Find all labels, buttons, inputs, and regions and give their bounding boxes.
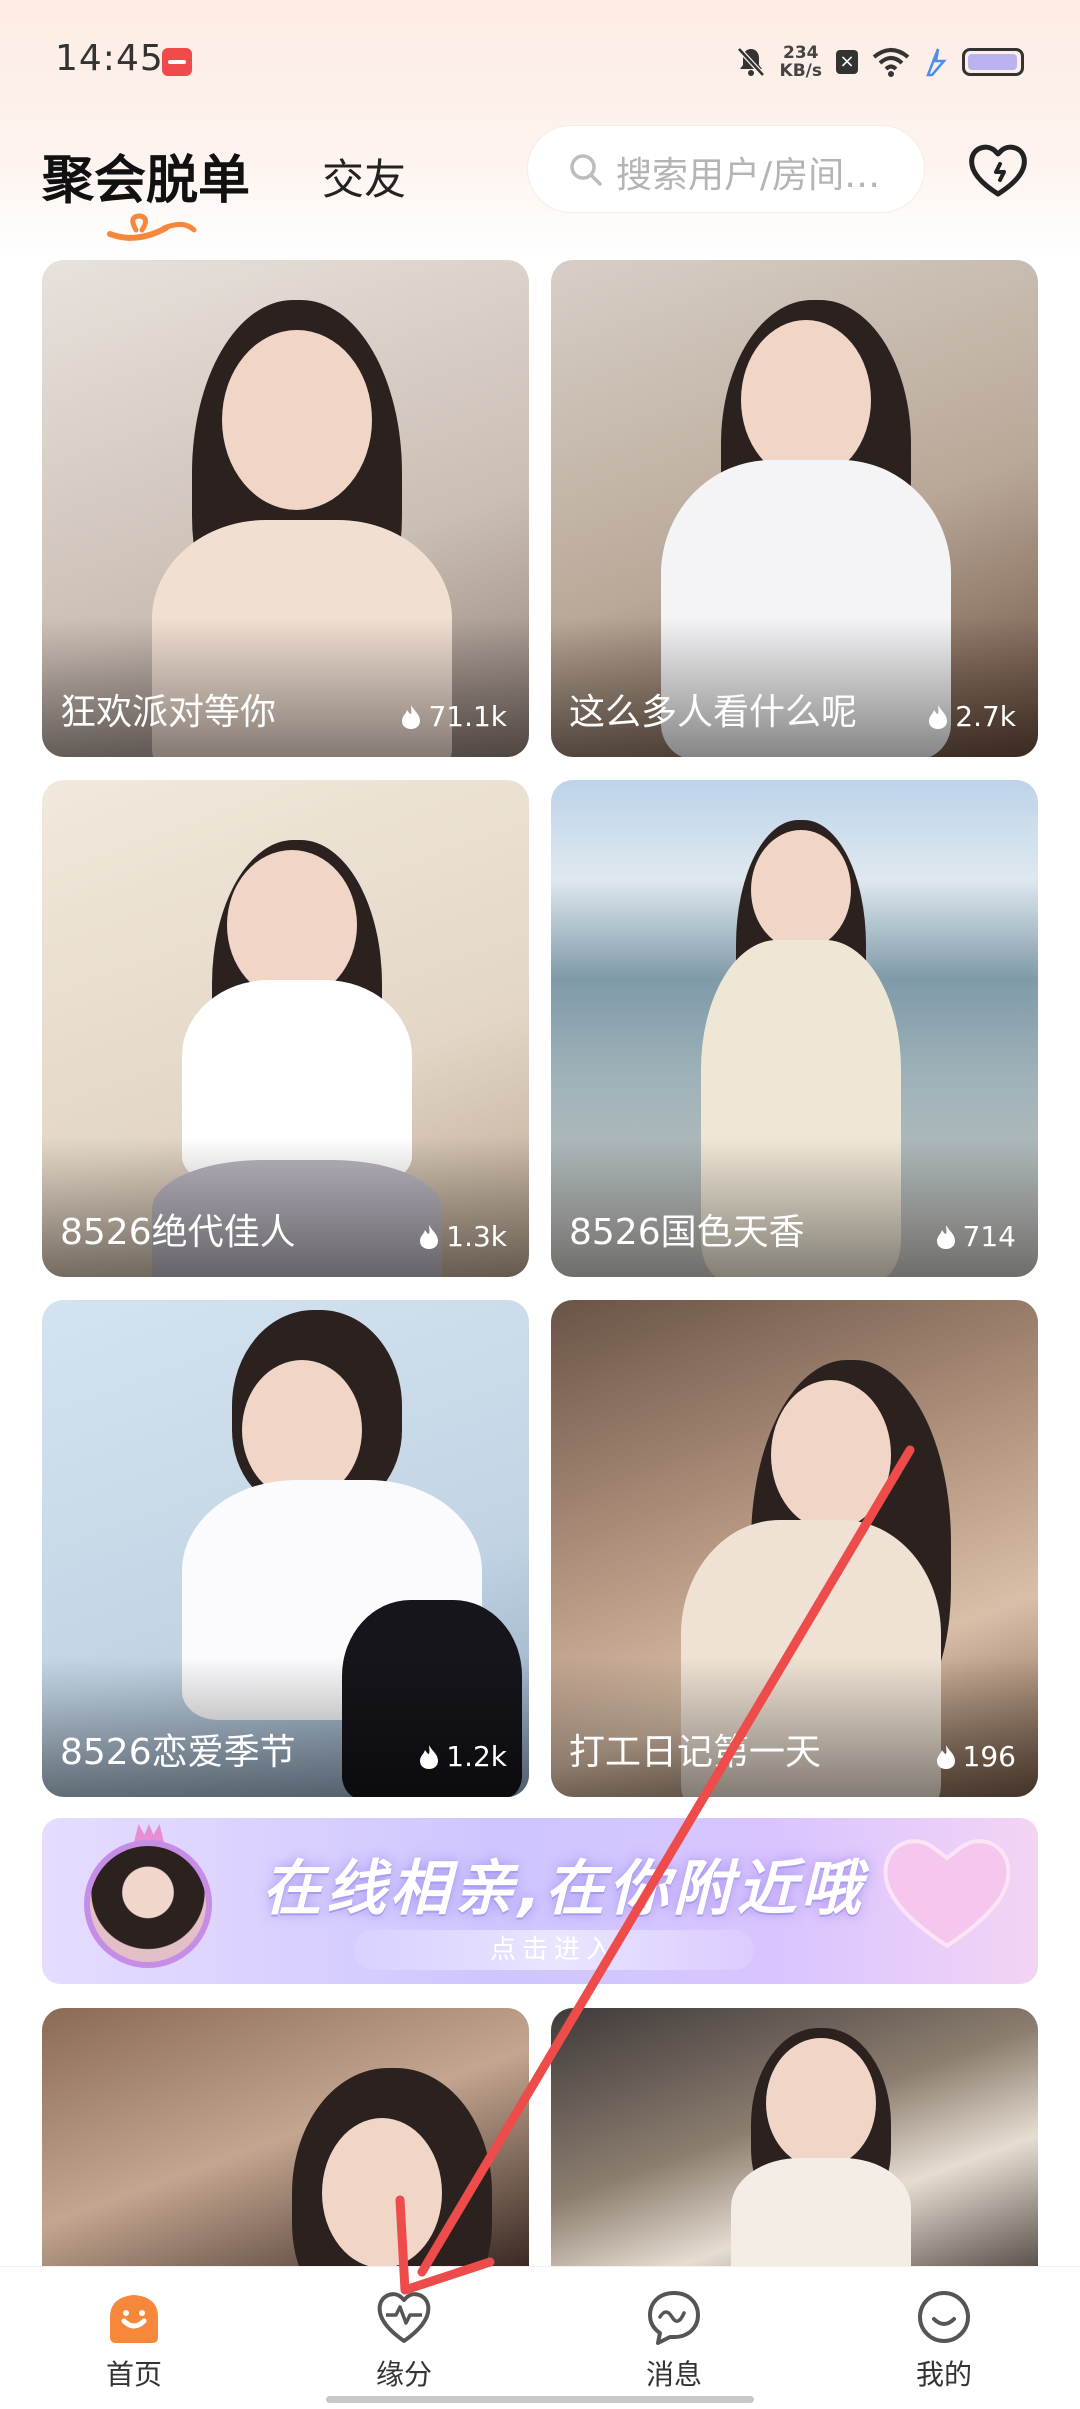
smile-face-icon [918,2291,970,2343]
nav-profile[interactable]: 我的 [854,2267,1034,2409]
room-popularity-count: 71.1k [428,700,507,733]
nav-home[interactable]: 首页 [44,2267,224,2409]
nav-profile-label: 我的 [915,2358,972,2391]
search-icon [570,154,602,186]
room-popularity: 1.3k [418,1220,507,1253]
room-popularity-count: 196 [962,1740,1016,1773]
home-icon [110,2295,158,2343]
room-popularity-count: 1.2k [446,1740,507,1773]
mute-bell-icon [736,47,765,77]
room-card[interactable]: 8526恋爱季节 1.2k [42,1300,529,1797]
active-tab-indicator-icon [107,213,197,241]
room-title: 8526绝代佳人 [60,1212,296,1253]
status-bar: 14:45 234 KB/s × [0,0,1080,120]
network-speed: 234 KB/s [780,44,822,80]
message-wave-icon [648,2291,700,2345]
bottom-nav: 首页 缘分 消息 我的 [0,2266,1080,2409]
room-popularity: 1.2k [418,1740,507,1773]
room-card[interactable]: 打工日记第一天 196 [551,1300,1038,1797]
nav-fate[interactable]: 缘分 [314,2267,494,2409]
room-card[interactable]: 这么多人看什么呢 2.7k [551,260,1038,757]
battery-icon [962,48,1024,76]
status-time: 14:45 [55,38,164,79]
flame-icon [402,704,421,729]
room-popularity-count: 2.7k [955,700,1016,733]
room-popularity: 2.7k [927,700,1016,733]
room-popularity-count: 714 [962,1220,1016,1253]
room-card[interactable] [42,2008,529,2266]
status-icons: 234 KB/s × [736,40,1024,84]
room-card[interactable]: 8526国色天香 714 [551,780,1038,1277]
network-speed-value: 234 [783,43,819,63]
room-popularity-count: 1.3k [446,1220,507,1253]
nav-messages-label: 消息 [645,2358,702,2391]
room-card[interactable]: 狂欢派对等你 71.1k [42,260,529,757]
room-popularity: 196 [935,1740,1016,1773]
charging-bolt-icon [926,48,947,77]
network-speed-unit: KB/s [779,61,822,81]
heartbeat-icon [377,2292,431,2343]
flame-icon [420,1224,439,1249]
heart-balloon-icon [883,1839,1011,1949]
top-header: 聚会脱单 交友 搜索用户/房间… [0,120,1080,260]
flame-icon [936,1224,955,1249]
banner-headline: 在线相亲,在你附近哦 [262,1854,865,1924]
wifi-icon [872,48,910,77]
close-box-icon: × [836,50,858,74]
search-input[interactable]: 搜索用户/房间… [528,126,924,212]
room-popularity: 714 [935,1220,1016,1253]
room-card[interactable] [551,2008,1038,2266]
room-title: 打工日记第一天 [569,1732,822,1773]
search-placeholder: 搜索用户/房间… [616,155,881,196]
nav-home-label: 首页 [105,2358,162,2391]
tab-party[interactable]: 聚会脱单 [42,138,250,213]
nav-fate-label: 缘分 [375,2358,432,2391]
app-notification-icon [162,48,192,76]
flame-icon [936,1744,955,1769]
room-card[interactable]: 8526绝代佳人 1.3k [42,780,529,1277]
banner-enter-button[interactable]: 点击进入 [354,1930,754,1970]
room-title: 8526恋爱季节 [60,1732,296,1773]
heart-outline-icon[interactable] [966,140,1030,200]
avatar [84,1840,212,1968]
room-title: 8526国色天香 [569,1212,805,1253]
flame-icon [929,704,948,729]
room-title: 这么多人看什么呢 [569,692,858,733]
nav-messages[interactable]: 消息 [584,2267,764,2409]
room-popularity: 71.1k [400,700,507,733]
room-title: 狂欢派对等你 [60,692,277,733]
tab-friends[interactable]: 交友 [322,146,406,207]
flame-icon [420,1744,439,1769]
home-indicator [326,2396,754,2403]
promo-banner[interactable]: 在线相亲,在你附近哦 点击进入 [42,1818,1038,1984]
